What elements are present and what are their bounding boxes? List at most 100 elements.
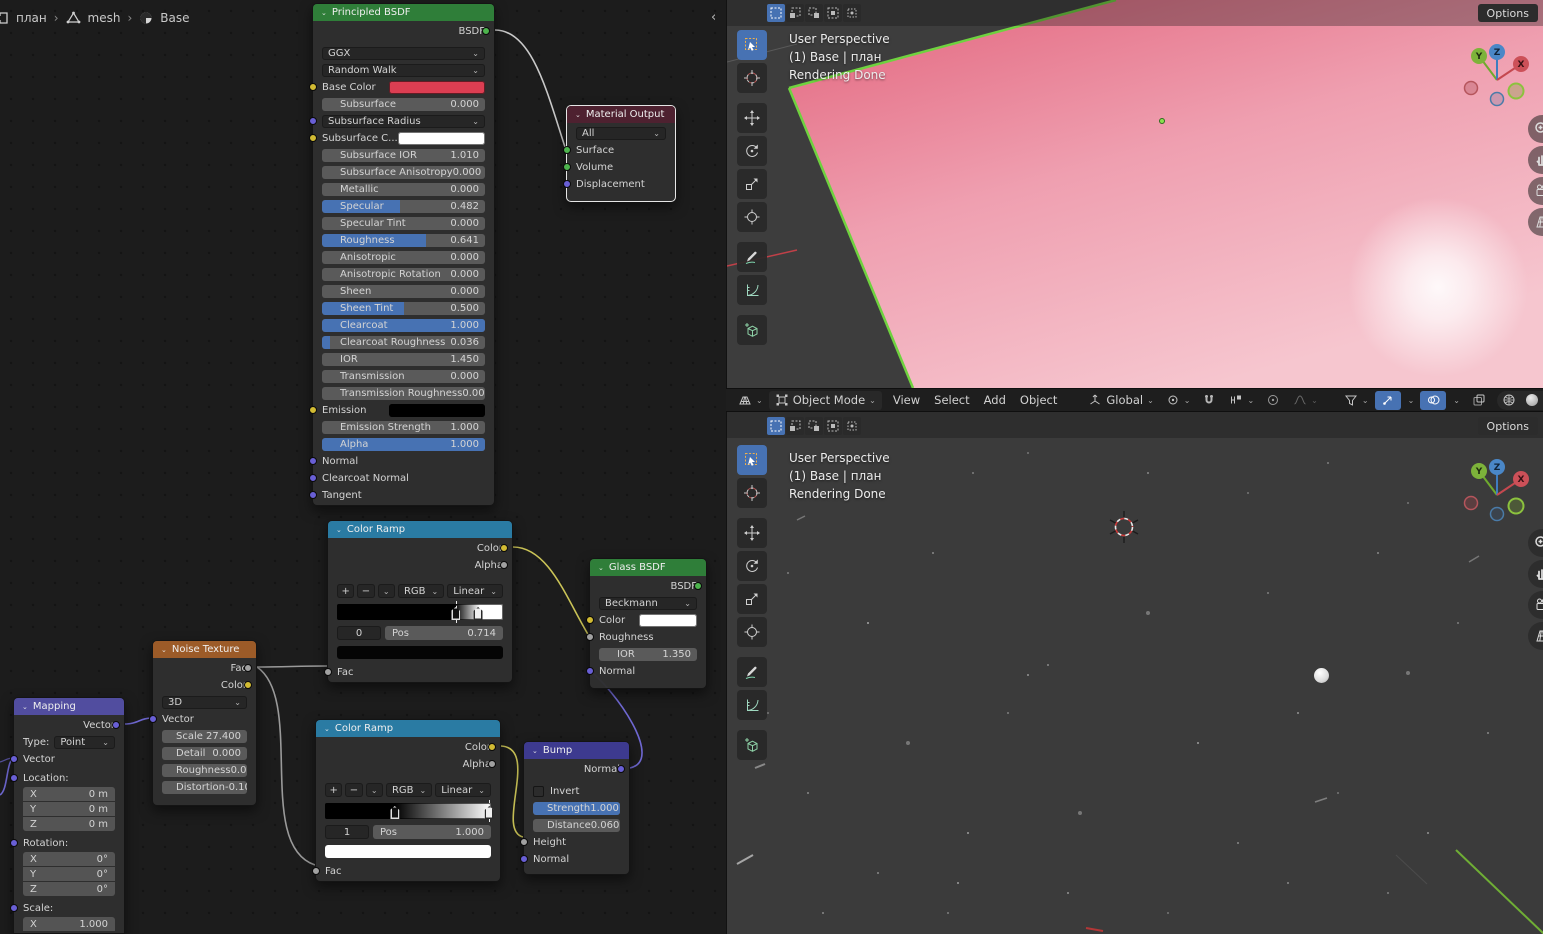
gizmos-dropdown[interactable] [1402,391,1421,410]
remove-stop-button[interactable]: − [357,584,375,598]
add-stop-button[interactable]: + [325,783,343,797]
slider-ior[interactable]: IOR 1.450 [322,353,485,366]
xray-toggle[interactable] [1466,391,1492,410]
select-mode-extend[interactable] [786,4,804,22]
rotation-x-field[interactable]: X 0° [23,852,115,866]
navigation-gizmo[interactable]: Y Z X [1457,455,1537,527]
socket-fac-out[interactable] [243,664,252,672]
interpolation-dropdown[interactable]: Linear [435,783,491,797]
socket-vector[interactable] [148,715,157,723]
add-stop-button[interactable]: + [337,584,355,598]
scale-x-field[interactable]: X 1.000 [23,917,115,931]
slider-metallic[interactable]: Metallic 0.000 [322,183,485,196]
select-mode-invert[interactable] [824,417,842,435]
options-button[interactable]: Options [1477,417,1538,435]
collapse-chevron-icon[interactable]: ⌄ [575,111,581,119]
collapse-chevron-icon[interactable]: ⌄ [161,646,167,654]
slider-clearcoat-roughness[interactable]: Clearcoat Roughness 0.036 [322,336,485,349]
snap-toggle[interactable] [1196,391,1222,410]
slider-ior[interactable]: IOR 1.350 [599,648,697,661]
shading-wireframe-button[interactable] [1498,392,1520,409]
viewport-solid[interactable]: Options User Perspective (1) Base | план… [726,412,1543,934]
node-glass-bsdf[interactable]: ⌄Glass BSDF BSDF Beckmann Color Roughnes… [585,558,707,689]
socket-displacement[interactable] [562,180,571,188]
node-header[interactable]: ⌄ Bump [524,742,629,759]
slider-anisotropic-rotation[interactable]: Anisotropic Rotation 0.000 [322,268,485,281]
stop-pos-slider[interactable]: Pos 1.000 [373,825,491,839]
socket-emission[interactable] [308,406,317,414]
slider-emission-strength[interactable]: Emission Strength 1.000 [322,421,485,434]
collapse-chevron-icon[interactable]: ⌄ [336,526,342,534]
measure-tool[interactable] [737,275,767,305]
socket-normal-out[interactable] [616,765,625,773]
socket-vector-in[interactable] [9,755,18,763]
node-header[interactable]: ⌄ Mapping [14,698,124,715]
snap-target-dropdown[interactable] [1223,391,1260,410]
rotation-y-field[interactable]: Y 0° [23,867,115,881]
output-target-dropdown[interactable]: All [576,127,666,140]
axis-y-neg-ball[interactable] [1507,497,1525,515]
slider-distance[interactable]: Distance 0.060 [533,819,620,832]
socket-alpha-out[interactable] [499,561,508,569]
ramp-stop-white[interactable] [473,607,483,620]
socket-vector-out[interactable] [111,721,120,729]
slider-detail[interactable]: Detail 0.000 [162,747,247,760]
stop-color-swatch[interactable] [337,646,503,659]
pan-hand-icon[interactable] [1528,560,1543,588]
gradient-bar[interactable] [325,800,494,822]
node-color-ramp-2[interactable]: ⌄Color Ramp Color Alpha + − RGB Linear 1… [311,719,501,882]
checkbox-icon[interactable] [533,786,544,797]
node-header[interactable]: ⌄ Color Ramp [328,521,512,538]
scale-tool[interactable] [737,169,767,199]
slider-roughness[interactable]: Roughness0.000 [162,764,247,777]
annotate-tool[interactable] [737,242,767,272]
invert-checkbox-row[interactable]: Invert [533,785,620,798]
socket-subsurface-color[interactable] [308,134,317,142]
gizmos-toggle[interactable] [1374,390,1401,410]
collapse-chevron-icon[interactable]: ⌄ [532,747,538,755]
collapse-chevron-icon[interactable]: ⌄ [321,9,327,17]
node-bump[interactable]: ⌄ Bump Normal Invert Strength 1.000 Distan… [519,741,630,875]
collapse-chevron-icon[interactable]: ⌄ [22,703,28,711]
overlays-dropdown[interactable] [1447,391,1466,410]
socket-volume[interactable] [562,163,571,171]
rotate-tool[interactable] [737,551,767,581]
socket-subsurface-radius[interactable] [308,117,317,125]
axis-z-neg-ball[interactable] [1489,91,1505,107]
color-mode-dropdown[interactable]: RGB [385,783,433,797]
stop-pos-slider[interactable]: Pos 0.714 [385,626,503,640]
socket-normal-in[interactable] [519,855,528,863]
stop-index-field[interactable]: 0 [337,626,381,640]
slider-strength[interactable]: Strength 1.000 [533,802,620,815]
select-box-tool[interactable] [737,445,767,475]
socket-roughness[interactable] [585,633,594,641]
remove-stop-button[interactable]: − [345,783,363,797]
region-collapse-icon[interactable]: ‹ [711,10,716,25]
collapse-chevron-icon[interactable]: ⌄ [324,725,330,733]
node-header[interactable]: ⌄ Glass BSDF [590,559,706,576]
distribution-dropdown[interactable]: GGX [322,47,485,60]
sphere-object[interactable] [1314,668,1329,683]
subsurface-radius-dropdown[interactable]: Subsurface Radius [308,115,485,128]
glass-color-swatch[interactable] [639,614,697,627]
subsurface-color-swatch[interactable] [397,132,485,145]
camera-view-icon[interactable] [1528,591,1543,619]
select-mode-set[interactable] [767,4,785,22]
stop-index-field[interactable]: 1 [325,825,369,839]
overlays-toggle[interactable] [1420,390,1447,410]
socket-tangent[interactable] [308,491,317,499]
zoom-icon[interactable] [1528,529,1543,557]
pivot-point-dropdown[interactable] [1160,391,1197,410]
node-header[interactable]: ⌄ Noise Texture [153,641,256,658]
camera-view-icon[interactable] [1528,177,1543,205]
node-material-output[interactable]: ⌄Material Output All Surface Volume Disp… [562,105,676,202]
slider-sheen[interactable]: Sheen 0.000 [322,285,485,298]
node-header[interactable]: ⌄ Principled BSDF [313,4,494,21]
subsurface-slider[interactable]: Subsurface 0.000 [322,98,485,111]
emission-swatch[interactable] [389,404,485,417]
rotation-z-field[interactable]: Z 0° [23,882,115,896]
socket-color-out[interactable] [487,743,496,751]
select-mode-subtract[interactable] [805,417,823,435]
socket-fac[interactable] [323,668,332,676]
scale-tool[interactable] [737,584,767,614]
